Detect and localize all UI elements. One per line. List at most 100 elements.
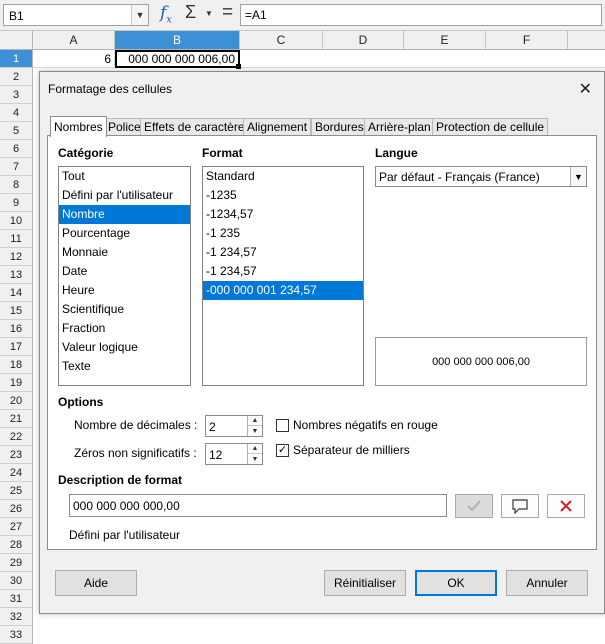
tab-alignement[interactable]: Alignement	[243, 118, 312, 136]
row-header[interactable]: 26	[0, 500, 32, 518]
checkbox-box[interactable]	[276, 418, 289, 432]
function-wizard-icon[interactable]: fx	[160, 3, 172, 25]
delete-format-button[interactable]	[547, 494, 585, 518]
row-header[interactable]: 29	[0, 554, 32, 572]
help-button[interactable]: Aide	[55, 570, 137, 596]
language-select[interactable]: Par défaut - Français (France) ▼	[375, 166, 587, 187]
row-header[interactable]: 13	[0, 266, 32, 284]
row-header[interactable]: 17	[0, 338, 32, 356]
category-item[interactable]: Date	[59, 262, 190, 281]
row-header-column: 1 2 3 4 5 6 7 8 9 10 11 12 13 14 15 16 17 18 19 20 21 22 23 24 2…	[0, 50, 33, 644]
column-header-f[interactable]: F	[486, 31, 568, 49]
language-label: Langue	[375, 146, 418, 160]
row-header[interactable]: 6	[0, 140, 32, 158]
column-header-c[interactable]: C	[240, 31, 323, 49]
tab-nombres[interactable]: Nombres	[50, 116, 107, 137]
format-item[interactable]: -1234,57	[203, 205, 363, 224]
format-item[interactable]: Standard	[203, 167, 363, 186]
select-all-corner[interactable]	[0, 31, 33, 49]
row-header[interactable]: 30	[0, 572, 32, 590]
leading-zeros-stepper[interactable]: 12 ▲ ▼	[205, 443, 263, 465]
row-header[interactable]: 11	[0, 230, 32, 248]
row-header[interactable]: 9	[0, 194, 32, 212]
row-header[interactable]: 4	[0, 104, 32, 122]
row-header[interactable]: 1	[0, 50, 32, 68]
close-icon[interactable]: ✕	[579, 79, 592, 99]
tab-effets-de-caractere[interactable]: Effets de caractère	[140, 118, 249, 136]
row-header[interactable]: 2	[0, 68, 32, 86]
category-item[interactable]: Monnaie	[59, 243, 190, 262]
row-header[interactable]: 18	[0, 356, 32, 374]
row-header[interactable]: 25	[0, 482, 32, 500]
format-item[interactable]: -000 000 001 234,57	[203, 281, 363, 300]
ok-button[interactable]: OK	[415, 570, 497, 596]
row-header[interactable]: 5	[0, 122, 32, 140]
row-header[interactable]: 33	[0, 626, 32, 644]
decimals-stepper[interactable]: 2 ▲ ▼	[205, 415, 263, 437]
category-item[interactable]: Scientifique	[59, 300, 190, 319]
format-code-input[interactable]: 000 000 000 000,00	[69, 494, 447, 517]
row-header[interactable]: 20	[0, 392, 32, 410]
increment-icon[interactable]: ▲	[248, 416, 262, 426]
fill-handle[interactable]	[236, 64, 241, 69]
checkbox-box[interactable]: ✓	[276, 443, 289, 457]
column-header-b[interactable]: B	[115, 31, 240, 49]
row-header[interactable]: 10	[0, 212, 32, 230]
row-header[interactable]: 22	[0, 428, 32, 446]
row-header[interactable]: 8	[0, 176, 32, 194]
row-header[interactable]: 16	[0, 320, 32, 338]
row-header[interactable]: 23	[0, 446, 32, 464]
row-header[interactable]: 28	[0, 536, 32, 554]
category-item[interactable]: Fraction	[59, 319, 190, 338]
cell-b1[interactable]: 000 000 000 006,00	[115, 50, 240, 68]
category-item[interactable]: Pourcentage	[59, 224, 190, 243]
category-item[interactable]: Tout	[59, 167, 190, 186]
category-item[interactable]: Valeur logique	[59, 338, 190, 357]
row-header[interactable]: 15	[0, 302, 32, 320]
tab-police[interactable]: Police	[104, 118, 145, 136]
cancel-button[interactable]: Annuler	[506, 570, 588, 596]
chevron-down-icon[interactable]: ▼	[131, 5, 148, 25]
tab-bordures[interactable]: Bordures	[311, 118, 368, 136]
row-header[interactable]: 14	[0, 284, 32, 302]
column-header-d[interactable]: D	[323, 31, 404, 49]
category-item[interactable]: Heure	[59, 281, 190, 300]
row-header[interactable]: 32	[0, 608, 32, 626]
row-header[interactable]: 24	[0, 464, 32, 482]
edit-comment-button[interactable]	[501, 494, 539, 518]
formula-input[interactable]: =A1	[240, 4, 602, 26]
reset-button[interactable]: Réinitialiser	[324, 570, 406, 596]
category-item[interactable]: Défini par l'utilisateur	[59, 186, 190, 205]
name-box[interactable]: B1 ▼	[3, 4, 149, 26]
negative-red-checkbox[interactable]: Nombres négatifs en rouge	[276, 418, 438, 432]
thousands-separator-checkbox[interactable]: ✓ Séparateur de milliers	[276, 443, 410, 457]
decrement-icon[interactable]: ▼	[248, 454, 262, 464]
format-item[interactable]: -1235	[203, 186, 363, 205]
cell-a1[interactable]: 6	[33, 50, 115, 68]
category-list[interactable]: Tout Défini par l'utilisateur Nombre Pource…	[58, 166, 191, 386]
tab-protection-de-cellule[interactable]: Protection de cellule	[432, 118, 549, 136]
row-header[interactable]: 3	[0, 86, 32, 104]
column-header-a[interactable]: A	[33, 31, 115, 49]
row-header[interactable]: 21	[0, 410, 32, 428]
decrement-icon[interactable]: ▼	[248, 426, 262, 436]
format-list[interactable]: Standard -1235 -1234,57 -1 235 -1 234,57 -1 2…	[202, 166, 364, 386]
row-header[interactable]: 27	[0, 518, 32, 536]
row-header[interactable]: 12	[0, 248, 32, 266]
column-header-e[interactable]: E	[404, 31, 486, 49]
row-header[interactable]: 31	[0, 590, 32, 608]
apply-format-button[interactable]	[455, 494, 493, 518]
sum-dropdown-icon[interactable]: ▼	[205, 9, 213, 18]
row-header[interactable]: 7	[0, 158, 32, 176]
category-item[interactable]: Texte	[59, 357, 190, 376]
tab-arriere-plan[interactable]: Arrière-plan	[364, 118, 435, 136]
increment-icon[interactable]: ▲	[248, 444, 262, 454]
category-item[interactable]: Nombre	[59, 205, 190, 224]
format-item[interactable]: -1 235	[203, 224, 363, 243]
chevron-down-icon[interactable]: ▼	[570, 167, 586, 186]
format-item[interactable]: -1 234,57	[203, 262, 363, 281]
format-item[interactable]: -1 234,57	[203, 243, 363, 262]
sum-icon[interactable]: Σ	[185, 2, 196, 23]
row-header[interactable]: 19	[0, 374, 32, 392]
formula-icon[interactable]: =	[222, 2, 233, 24]
